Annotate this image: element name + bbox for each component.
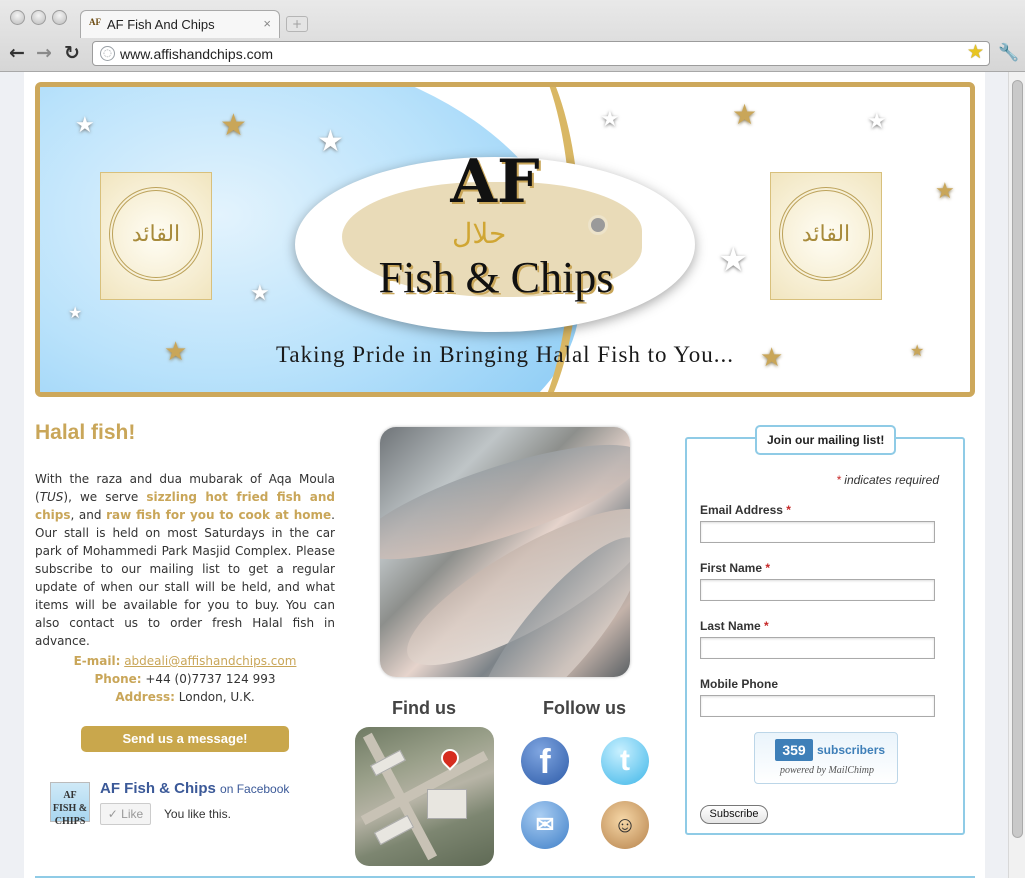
location-map[interactable] bbox=[355, 727, 494, 866]
send-message-button[interactable]: Send us a message! bbox=[81, 726, 289, 752]
logo-af: AF bbox=[450, 147, 540, 217]
form-legend: Join our mailing list! bbox=[755, 425, 897, 455]
star-icon: ★ bbox=[250, 281, 270, 306]
calligraphy-emblem-right: القائد bbox=[770, 172, 882, 300]
subscriber-count: 359 bbox=[775, 739, 813, 761]
web-page: ★ ★ ★ ★ ★ ★ ★ ★ ★ ★ ★ ★ ★ القائد القائد … bbox=[24, 72, 985, 878]
wrench-icon[interactable]: 🔧 bbox=[998, 43, 1019, 63]
fish-eye bbox=[588, 215, 608, 235]
facebook-icon[interactable]: f bbox=[521, 737, 569, 785]
browser-viewport: ★ ★ ★ ★ ★ ★ ★ ★ ★ ★ ★ ★ ★ القائد القائد … bbox=[0, 72, 1025, 878]
new-tab-button[interactable]: + bbox=[286, 16, 308, 32]
back-arrow-icon[interactable]: ← bbox=[9, 42, 25, 64]
required-note: * indicates required bbox=[836, 473, 939, 487]
email-label: E-mail: bbox=[73, 654, 121, 668]
email-icon[interactable]: ✉ bbox=[521, 801, 569, 849]
intro-text: . Our stall is held on most Saturdays in… bbox=[35, 508, 335, 648]
banner-tagline: Taking Pride in Bringing Halal Fish to Y… bbox=[275, 342, 735, 367]
email-link[interactable]: abdeali@affishandchips.com bbox=[124, 654, 296, 668]
powered-by-mailchimp: powered by MailChimp bbox=[779, 765, 875, 776]
mobile-phone-field-label: Mobile Phone bbox=[700, 677, 778, 691]
intro-paragraph: With the raza and dua mubarak of Aqa Mou… bbox=[35, 470, 335, 650]
phone-number: +44 (0)7737 124 993 bbox=[145, 672, 276, 686]
address-bar[interactable]: ◌ www.affishandchips.com ★ bbox=[92, 41, 990, 66]
tab-title: AF Fish And Chips bbox=[107, 17, 215, 32]
star-icon: ★ bbox=[732, 98, 758, 131]
forward-arrow-icon[interactable]: → bbox=[36, 42, 52, 64]
intro-tus: TUS bbox=[39, 490, 64, 504]
subscribers-label: subscribers bbox=[817, 743, 886, 757]
intro-highlight: raw fish for you to cook at home bbox=[106, 508, 332, 522]
like-status-text: You like this. bbox=[164, 807, 231, 821]
calligraphy-emblem-left: القائد bbox=[100, 172, 212, 300]
required-asterisk: * bbox=[786, 503, 791, 517]
map-building bbox=[373, 814, 415, 846]
field-label-text: Last Name bbox=[700, 619, 761, 633]
star-icon: ★ bbox=[867, 109, 887, 134]
mobile-phone-field[interactable] bbox=[700, 695, 935, 717]
facebook-like-button[interactable]: ✓ Like bbox=[100, 803, 151, 825]
favicon-icon: AF bbox=[89, 17, 101, 27]
field-label-text: First Name bbox=[700, 561, 763, 575]
browser-chrome: AF AF Fish And Chips × + ← → ↻ ◌ www.aff… bbox=[0, 0, 1025, 72]
header-banner: ★ ★ ★ ★ ★ ★ ★ ★ ★ ★ ★ ★ ★ القائد القائد … bbox=[35, 82, 975, 397]
emblem-ring: القائد bbox=[779, 187, 873, 281]
fish-photo bbox=[380, 427, 630, 677]
facebook-page-thumbnail[interactable]: AF FISH & CHIPS bbox=[50, 782, 90, 827]
star-icon: ★ bbox=[317, 124, 344, 159]
last-name-field[interactable] bbox=[700, 637, 935, 659]
required-asterisk: * bbox=[765, 561, 771, 575]
emblem-ring: القائد bbox=[109, 187, 203, 281]
reload-icon[interactable]: ↻ bbox=[64, 42, 80, 64]
logo-halal-arabic: حلال bbox=[452, 217, 507, 250]
window-minimize-control[interactable] bbox=[31, 10, 46, 25]
star-icon: ★ bbox=[600, 107, 620, 132]
map-building bbox=[427, 789, 467, 819]
star-icon: ★ bbox=[718, 240, 749, 280]
window-zoom-control[interactable] bbox=[52, 10, 67, 25]
mailing-list-form: Join our mailing list! * indicates requi… bbox=[685, 425, 965, 835]
url-text[interactable]: www.affishandchips.com bbox=[120, 46, 273, 62]
on-facebook-link[interactable]: on Facebook bbox=[220, 782, 289, 796]
section-heading: Halal fish! bbox=[35, 421, 136, 444]
phone-label: Phone: bbox=[94, 672, 142, 686]
contact-info: E-mail: abdeali@affishandchips.com Phone… bbox=[35, 652, 335, 706]
globe-icon: ◌ bbox=[100, 46, 115, 61]
first-name-field[interactable] bbox=[700, 579, 935, 601]
facebook-page-link[interactable]: AF Fish & Chips on Facebook bbox=[100, 780, 289, 797]
last-name-field-label: Last Name * bbox=[700, 619, 769, 633]
email-field-label: Email Address * bbox=[700, 503, 791, 517]
field-label-text: Email Address bbox=[700, 503, 783, 517]
field-label-text: Mobile Phone bbox=[700, 677, 778, 691]
intro-text: ), we serve bbox=[63, 490, 147, 504]
required-note-text: indicates required bbox=[840, 473, 939, 487]
first-name-field-label: First Name * bbox=[700, 561, 770, 575]
follow-us-heading: Follow us bbox=[543, 698, 626, 718]
address-label: Address: bbox=[115, 690, 175, 704]
logo-fish-and-chips: Fish & Chips bbox=[378, 253, 614, 302]
email-field[interactable] bbox=[700, 521, 935, 543]
browser-tab[interactable]: AF AF Fish And Chips × bbox=[80, 10, 280, 38]
star-icon: ★ bbox=[935, 179, 955, 204]
mailchimp-icon[interactable]: ☺ bbox=[601, 801, 649, 849]
subscribe-button[interactable]: Subscribe bbox=[700, 805, 768, 824]
close-tab-icon[interactable]: × bbox=[263, 16, 271, 31]
scrollbar-thumb[interactable] bbox=[1012, 80, 1023, 838]
star-icon: ★ bbox=[220, 108, 247, 143]
bookmark-star-icon[interactable]: ★ bbox=[967, 43, 984, 62]
window-close-control[interactable] bbox=[10, 10, 25, 25]
star-icon: ★ bbox=[68, 303, 83, 322]
vertical-scrollbar[interactable] bbox=[1008, 72, 1025, 878]
subscriber-badge[interactable]: 359 subscribers powered by MailChimp bbox=[754, 732, 898, 784]
star-icon: ★ bbox=[75, 113, 95, 138]
address-value: London, U.K. bbox=[178, 690, 255, 704]
facebook-page-name[interactable]: AF Fish & Chips bbox=[100, 780, 216, 797]
intro-text: , and bbox=[70, 508, 107, 522]
required-asterisk: * bbox=[764, 619, 769, 633]
twitter-icon[interactable]: t bbox=[601, 737, 649, 785]
find-us-heading: Find us bbox=[392, 698, 456, 718]
